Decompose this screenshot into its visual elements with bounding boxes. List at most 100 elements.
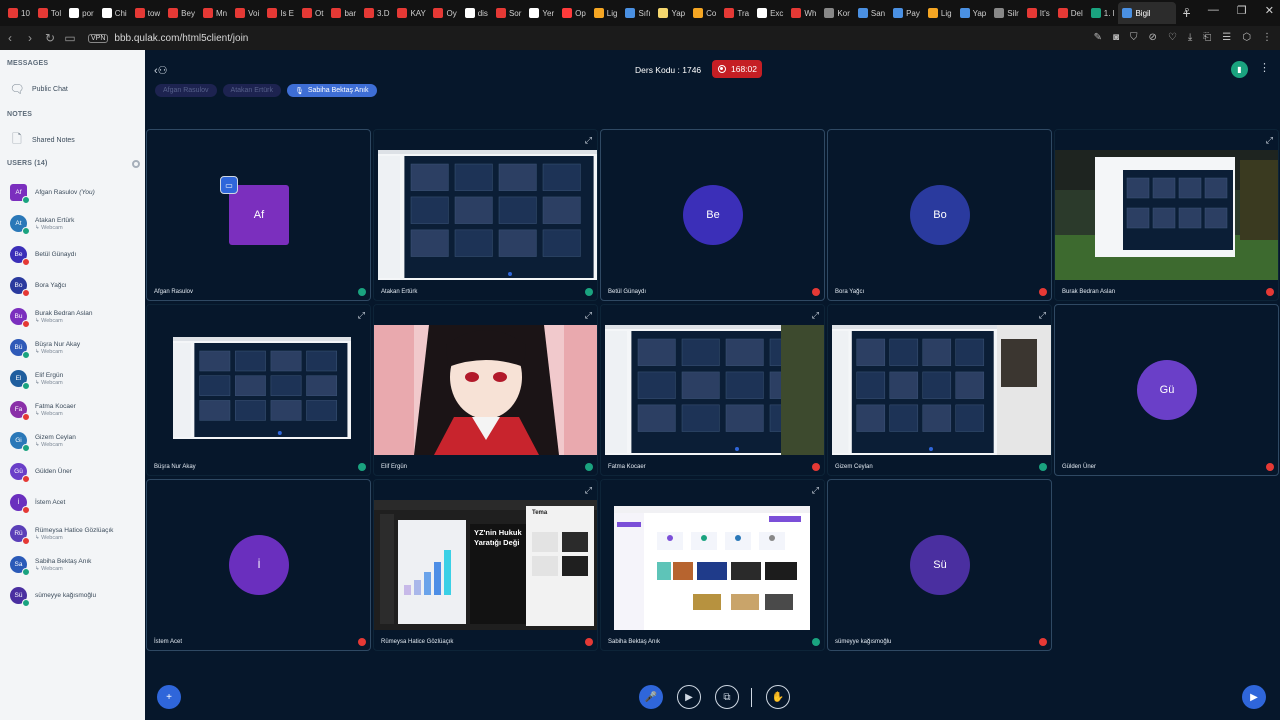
browser-tab[interactable]: Bigil <box>1118 2 1177 24</box>
tracker-icon[interactable]: ⊘ <box>1149 32 1157 43</box>
camera-icon[interactable]: ◙ <box>1113 32 1119 43</box>
video-tile[interactable]: ⤢ Gizem Ceylan <box>827 304 1052 476</box>
video-tile[interactable]: Af ▭ Afgan Rasulov <box>146 129 371 301</box>
options-menu-icon[interactable]: ⋮ <box>1259 61 1270 74</box>
browser-tab[interactable]: Del <box>1054 2 1087 24</box>
browser-tab[interactable]: Voi <box>231 2 263 24</box>
user-list-item[interactable]: Gü Gülden Üner <box>10 463 72 483</box>
vpn-badge[interactable]: VPN <box>88 33 109 43</box>
browser-tab[interactable]: San <box>854 2 889 24</box>
user-list-item[interactable]: Bo Bora Yağcı <box>10 277 67 297</box>
user-list-item[interactable]: El Elif Ergün ↳ Webcam <box>10 370 63 390</box>
mute-button[interactable]: 🎤 <box>639 685 663 709</box>
fullscreen-icon[interactable]: ⤢ <box>585 135 592 146</box>
user-list-item[interactable]: Rü Rümeysa Hatice Gözlüaçık ↳ Webcam <box>10 525 113 545</box>
camera-dock-button[interactable]: ▶ <box>1242 685 1266 709</box>
talker-pill-active[interactable]: 🎙 Sabiha Bektaş Anık <box>286 84 377 97</box>
browser-tab[interactable]: Exc <box>753 2 787 24</box>
video-tile[interactable]: ⤢ Elif Ergün <box>373 304 598 476</box>
talker-pill[interactable]: Afgan Rasulov <box>155 84 217 97</box>
browser-tab[interactable]: Yer <box>525 2 558 24</box>
browser-tab[interactable]: Oy <box>429 2 460 24</box>
browser-tab[interactable]: Sıfı <box>621 2 654 24</box>
browser-tab[interactable]: Kor <box>820 2 853 24</box>
fullscreen-icon[interactable]: ⤢ <box>812 485 819 496</box>
forward-icon[interactable]: › <box>20 31 40 45</box>
browser-tab[interactable]: Lig <box>590 2 622 24</box>
back-icon[interactable]: ‹ <box>0 31 20 45</box>
browser-tab[interactable]: Ot <box>298 2 327 24</box>
browser-tab[interactable]: Bey <box>164 2 199 24</box>
browser-tab[interactable]: por <box>65 2 98 24</box>
connection-status-icon[interactable]: ▮ <box>1231 61 1248 78</box>
video-tile[interactable]: ⤢ Fatma Kocaer <box>600 304 825 476</box>
video-tile[interactable]: Be Betül Günaydı <box>600 129 825 301</box>
fullscreen-icon[interactable]: ⤢ <box>585 310 592 321</box>
fullscreen-icon[interactable]: ⤢ <box>1039 310 1046 321</box>
fullscreen-icon[interactable]: ⤢ <box>812 310 819 321</box>
browser-tab[interactable]: Pay <box>889 2 924 24</box>
heart-icon[interactable]: ♡ <box>1168 32 1177 43</box>
screenshot-icon[interactable]: ⎗ <box>1203 32 1211 43</box>
recording-indicator[interactable]: 168:02 <box>712 60 762 78</box>
user-list-item[interactable]: At Atakan Ertürk ↳ Webcam <box>10 215 74 235</box>
user-list-item[interactable]: Be Betül Günaydı <box>10 246 76 266</box>
browser-tab[interactable]: Sor <box>492 2 525 24</box>
browser-tab[interactable]: Silr <box>990 2 1023 24</box>
video-tile[interactable]: ⤢ Sabiha Bektaş Anık <box>600 479 825 651</box>
talker-pill[interactable]: Atakan Ertürk <box>222 84 281 97</box>
browser-tab[interactable]: Wh <box>787 2 820 24</box>
browser-tab[interactable]: Is E <box>263 2 298 24</box>
download-icon[interactable]: ⤓ <box>1188 32 1192 43</box>
raise-hand-button[interactable]: ✋ <box>766 685 790 709</box>
browser-tab[interactable]: Co <box>689 2 720 24</box>
browser-tab[interactable]: 10 <box>4 2 34 24</box>
user-list-item[interactable]: Gi Gizem Ceylan ↳ Webcam <box>10 432 76 452</box>
browser-tab[interactable]: 3.D <box>360 2 393 24</box>
user-list-item[interactable]: Sü sümeyye kağısmoğlu <box>10 587 96 607</box>
video-tile[interactable]: ⤢ Atakan Ertürk <box>373 129 598 301</box>
user-list-item[interactable]: Bü Büşra Nur Akay ↳ Webcam <box>10 339 80 359</box>
browser-tab[interactable]: 1. l <box>1087 2 1119 24</box>
browser-tab[interactable]: KAY <box>393 2 429 24</box>
fullscreen-icon[interactable]: ⤢ <box>585 485 592 496</box>
browser-tab[interactable]: tow <box>131 2 164 24</box>
search-tabs-icon[interactable]: ⌕ <box>1184 4 1190 17</box>
video-tile[interactable]: YZ'nin Hukuk Yaratığı Deği Tema ⤢ Rümeysa Ha… <box>373 479 598 651</box>
minimize-icon[interactable]: — <box>1208 4 1219 17</box>
browser-tab[interactable]: dis <box>461 2 492 24</box>
browser-tab[interactable]: Yap <box>956 2 991 24</box>
video-tile[interactable]: ⤢ Büşra Nur Akay <box>146 304 371 476</box>
user-list-item[interactable]: İ İstem Acet <box>10 494 65 514</box>
video-tile[interactable]: ⤢ Burak Bedran Aslan <box>1054 129 1279 301</box>
video-tile[interactable]: Sü sümeyye kağısmoğlu <box>827 479 1052 651</box>
menu-icon[interactable]: ☰ <box>1222 32 1231 43</box>
shield-icon[interactable]: ⛉ <box>1130 32 1138 43</box>
maximize-icon[interactable]: ❐ <box>1237 4 1247 17</box>
edit-icon[interactable]: ✎ <box>1094 32 1102 43</box>
public-chat-item[interactable]: 🗨 Public Chat <box>9 82 67 96</box>
video-tile[interactable]: İ İstem Acet <box>146 479 371 651</box>
webcam-button[interactable]: ▶ <box>677 685 701 709</box>
browser-tab[interactable]: Lig <box>924 2 956 24</box>
actions-plus-button[interactable]: + <box>157 685 181 709</box>
close-icon[interactable]: ✕ <box>1265 4 1274 17</box>
fullscreen-icon[interactable]: ⤢ <box>1266 135 1273 146</box>
video-tile[interactable]: Gü Gülden Üner <box>1054 304 1279 476</box>
user-list-toggle-icon[interactable]: ‹⚇ <box>154 64 168 77</box>
fullscreen-icon[interactable]: ⤢ <box>358 310 365 321</box>
user-list-item[interactable]: Fa Fatma Kocaer ↳ Webcam <box>10 401 76 421</box>
browser-tab[interactable]: Mn <box>199 2 231 24</box>
browser-tab[interactable]: Yap <box>654 2 689 24</box>
video-tile[interactable]: Bo Bora Yağcı <box>827 129 1052 301</box>
browser-tab[interactable]: It's <box>1023 2 1054 24</box>
user-list-item[interactable]: Bu Burak Bedran Aslan ↳ Webcam <box>10 308 92 328</box>
tab-icon[interactable]: ▭ <box>60 31 80 45</box>
share-screen-button[interactable]: ⧉ <box>715 685 739 709</box>
browser-tab[interactable]: Chi <box>98 2 131 24</box>
extensions-icon[interactable]: ⬡ <box>1242 32 1251 43</box>
more-icon[interactable]: ⋮ <box>1262 32 1272 43</box>
browser-tab[interactable]: Tra <box>720 2 753 24</box>
browser-tab[interactable]: Op <box>558 2 590 24</box>
reload-icon[interactable]: ↻ <box>40 31 60 45</box>
